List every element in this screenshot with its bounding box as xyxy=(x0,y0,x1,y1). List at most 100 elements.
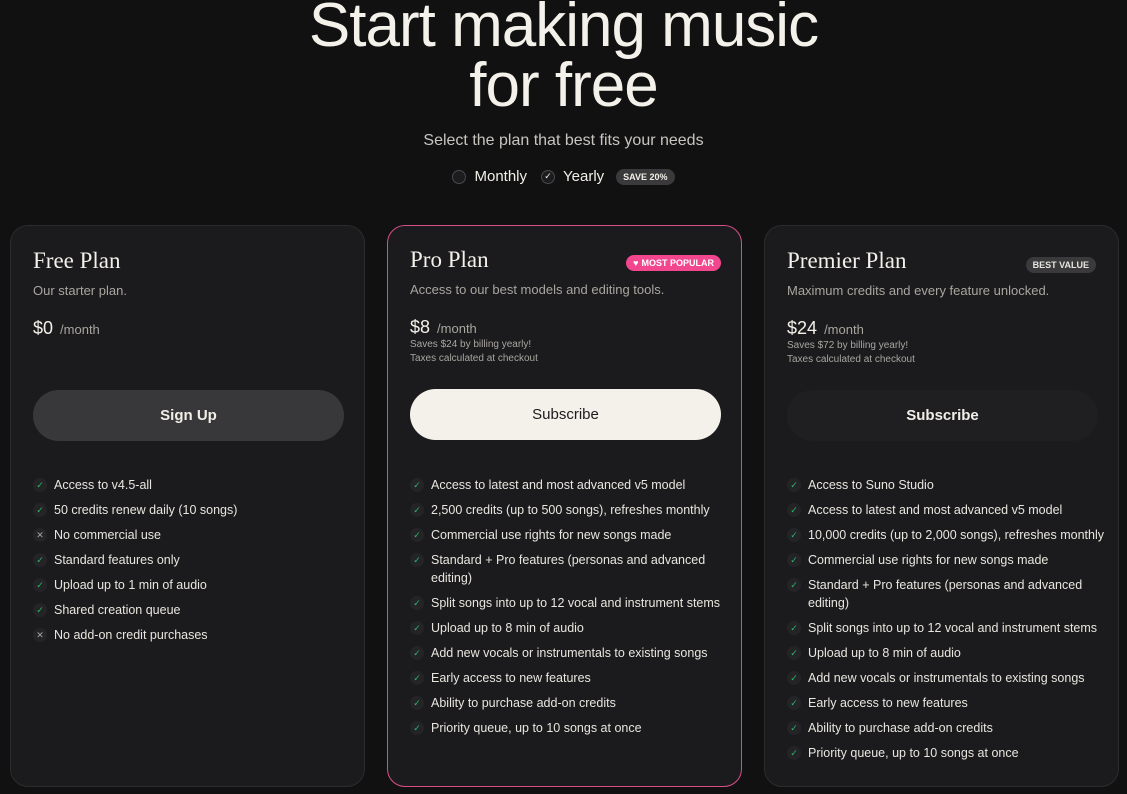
feature-item: ✕ No add-on credit purchases xyxy=(33,626,353,644)
monthly-radio-icon[interactable] xyxy=(452,169,467,184)
price-period: /month xyxy=(437,321,477,336)
monthly-label: Monthly xyxy=(474,168,528,185)
feature-item: ✓ Split songs into up to 12 vocal and ins… xyxy=(410,594,730,612)
feature-text: Access to Suno Studio xyxy=(808,478,934,492)
check-icon: ✓ xyxy=(410,671,424,685)
savings-note: Saves $24 by billing yearly! xyxy=(410,339,532,350)
subscribe-button[interactable]: Subscribe xyxy=(410,389,721,440)
feature-text: Access to latest and most advanced v5 mo… xyxy=(431,478,686,492)
feature-list: ✓ Access to Suno Studio ✓ Access to latest … xyxy=(787,476,1107,769)
feature-text: Ability to purchase add-on credits xyxy=(808,721,993,735)
feature-item: ✓ Commercial use rights for new songs mad… xyxy=(787,551,1107,569)
plan-price: $24 /month xyxy=(787,318,864,339)
feature-item: ✓ Add new vocals or instrumentals to exis… xyxy=(787,669,1107,687)
feature-item: ✓ Commercial use rights for new songs mad… xyxy=(410,526,730,544)
cross-icon: ✕ xyxy=(33,628,47,642)
feature-item: ✓ Priority queue, up to 10 songs at once xyxy=(787,744,1107,762)
feature-text: Priority queue, up to 10 songs at once xyxy=(431,721,642,735)
feature-text: No commercial use xyxy=(54,528,161,542)
title-line-1: Start making music xyxy=(308,0,819,60)
plan-name: Premier Plan xyxy=(787,248,907,273)
check-icon: ✓ xyxy=(787,621,801,635)
check-icon: ✓ xyxy=(787,478,801,492)
check-icon: ✓ xyxy=(410,553,424,567)
check-icon: ✓ xyxy=(410,621,424,635)
price-amount: $24 xyxy=(787,318,818,338)
check-icon: ✓ xyxy=(410,478,424,492)
feature-text: Priority queue, up to 10 songs at once xyxy=(808,746,1019,760)
feature-text: 2,500 credits (up to 500 songs), refresh… xyxy=(431,503,710,517)
feature-text: Shared creation queue xyxy=(54,603,181,617)
price-amount: $8 xyxy=(410,317,431,337)
feature-list: ✓ Access to v4.5-all ✓ 50 credits renew dai… xyxy=(33,476,353,651)
billing-toggle: Monthly ✓ Yearly SAVE 20% xyxy=(0,168,1127,185)
feature-item: ✓ 10,000 credits (up to 2,000 songs), ref… xyxy=(787,526,1107,544)
save-badge: SAVE 20% xyxy=(616,168,675,185)
subscribe-button[interactable]: Subscribe xyxy=(787,390,1098,441)
check-icon: ✓ xyxy=(33,553,47,567)
free-plan-card: Free Plan Our starter plan. $0 /month Si… xyxy=(10,225,365,787)
feature-item: ✓ Early access to new features xyxy=(787,694,1107,712)
feature-item: ✓ Ability to purchase add-on credits xyxy=(410,694,730,712)
monthly-option[interactable]: Monthly xyxy=(452,168,527,185)
feature-text: Access to latest and most advanced v5 mo… xyxy=(808,503,1063,517)
price-period: /month xyxy=(824,322,864,337)
feature-text: Upload up to 8 min of audio xyxy=(431,621,584,635)
page-title: Start making music for free xyxy=(0,0,1127,117)
plan-name: Free Plan xyxy=(33,248,121,273)
yearly-check-icon[interactable]: ✓ xyxy=(541,169,556,184)
plan-price: $0 /month xyxy=(33,318,100,339)
feature-text: Standard + Pro features (personas and ad… xyxy=(808,578,1083,610)
premier-plan-card: Premier Plan BEST VALUE Maximum credits … xyxy=(764,225,1119,787)
pro-plan-card: Pro Plan ♥ MOST POPULAR Access to our bes… xyxy=(387,225,742,787)
feature-text: Commercial use rights for new songs made xyxy=(808,553,1049,567)
heart-icon: ♥ xyxy=(633,258,639,268)
feature-text: 50 credits renew daily (10 songs) xyxy=(54,503,238,517)
check-icon: ✓ xyxy=(410,721,424,735)
feature-item: ✓ Standard + Pro features (personas and a… xyxy=(787,576,1107,612)
feature-item: ✓ Upload up to 8 min of audio xyxy=(410,619,730,637)
check-icon: ✓ xyxy=(410,696,424,710)
feature-text: No add-on credit purchases xyxy=(54,628,208,642)
feature-text: Split songs into up to 12 vocal and inst… xyxy=(431,596,721,610)
check-icon: ✓ xyxy=(787,746,801,760)
check-icon: ✓ xyxy=(787,578,801,592)
check-icon: ✓ xyxy=(33,503,47,517)
yearly-label: Yearly xyxy=(563,168,605,185)
feature-text: Upload up to 8 min of audio xyxy=(808,646,961,660)
feature-item: ✕ No commercial use xyxy=(33,526,353,544)
feature-item: ✓ Standard features only xyxy=(33,551,353,569)
price-amount: $0 xyxy=(33,318,54,338)
feature-text: Standard + Pro features (personas and ad… xyxy=(431,553,706,585)
feature-item: ✓ 50 credits renew daily (10 songs) xyxy=(33,501,353,519)
taxes-note: Taxes calculated at checkout xyxy=(787,354,915,365)
feature-text: Add new vocals or instrumentals to exist… xyxy=(808,671,1085,685)
feature-text: Split songs into up to 12 vocal and inst… xyxy=(808,621,1098,635)
feature-item: ✓ Priority queue, up to 10 songs at once xyxy=(410,719,730,737)
check-icon: ✓ xyxy=(410,646,424,660)
feature-text: 10,000 credits (up to 2,000 songs), refr… xyxy=(808,528,1104,542)
sign-up-button[interactable]: Sign Up xyxy=(33,390,344,441)
cross-icon: ✕ xyxy=(33,528,47,542)
check-icon: ✓ xyxy=(33,478,47,492)
check-icon: ✓ xyxy=(410,503,424,517)
feature-item: ✓ Access to v4.5-all xyxy=(33,476,353,494)
feature-item: ✓ Access to Suno Studio xyxy=(787,476,1107,494)
page-subtitle: Select the plan that best fits your need… xyxy=(423,132,704,149)
feature-text: Upload up to 1 min of audio xyxy=(54,578,207,592)
check-icon: ✓ xyxy=(787,553,801,567)
check-icon: ✓ xyxy=(787,528,801,542)
check-icon: ✓ xyxy=(787,696,801,710)
feature-text: Early access to new features xyxy=(431,671,591,685)
check-icon: ✓ xyxy=(33,603,47,617)
feature-text: Standard features only xyxy=(54,553,180,567)
plan-description: Our starter plan. xyxy=(33,283,127,298)
feature-text: Commercial use rights for new songs made xyxy=(431,528,672,542)
check-icon: ✓ xyxy=(787,646,801,660)
plan-name: Pro Plan xyxy=(410,247,489,272)
taxes-note: Taxes calculated at checkout xyxy=(410,353,538,364)
check-icon: ✓ xyxy=(410,528,424,542)
price-period: /month xyxy=(60,322,100,337)
yearly-option[interactable]: ✓ Yearly xyxy=(541,168,604,185)
feature-item: ✓ Early access to new features xyxy=(410,669,730,687)
